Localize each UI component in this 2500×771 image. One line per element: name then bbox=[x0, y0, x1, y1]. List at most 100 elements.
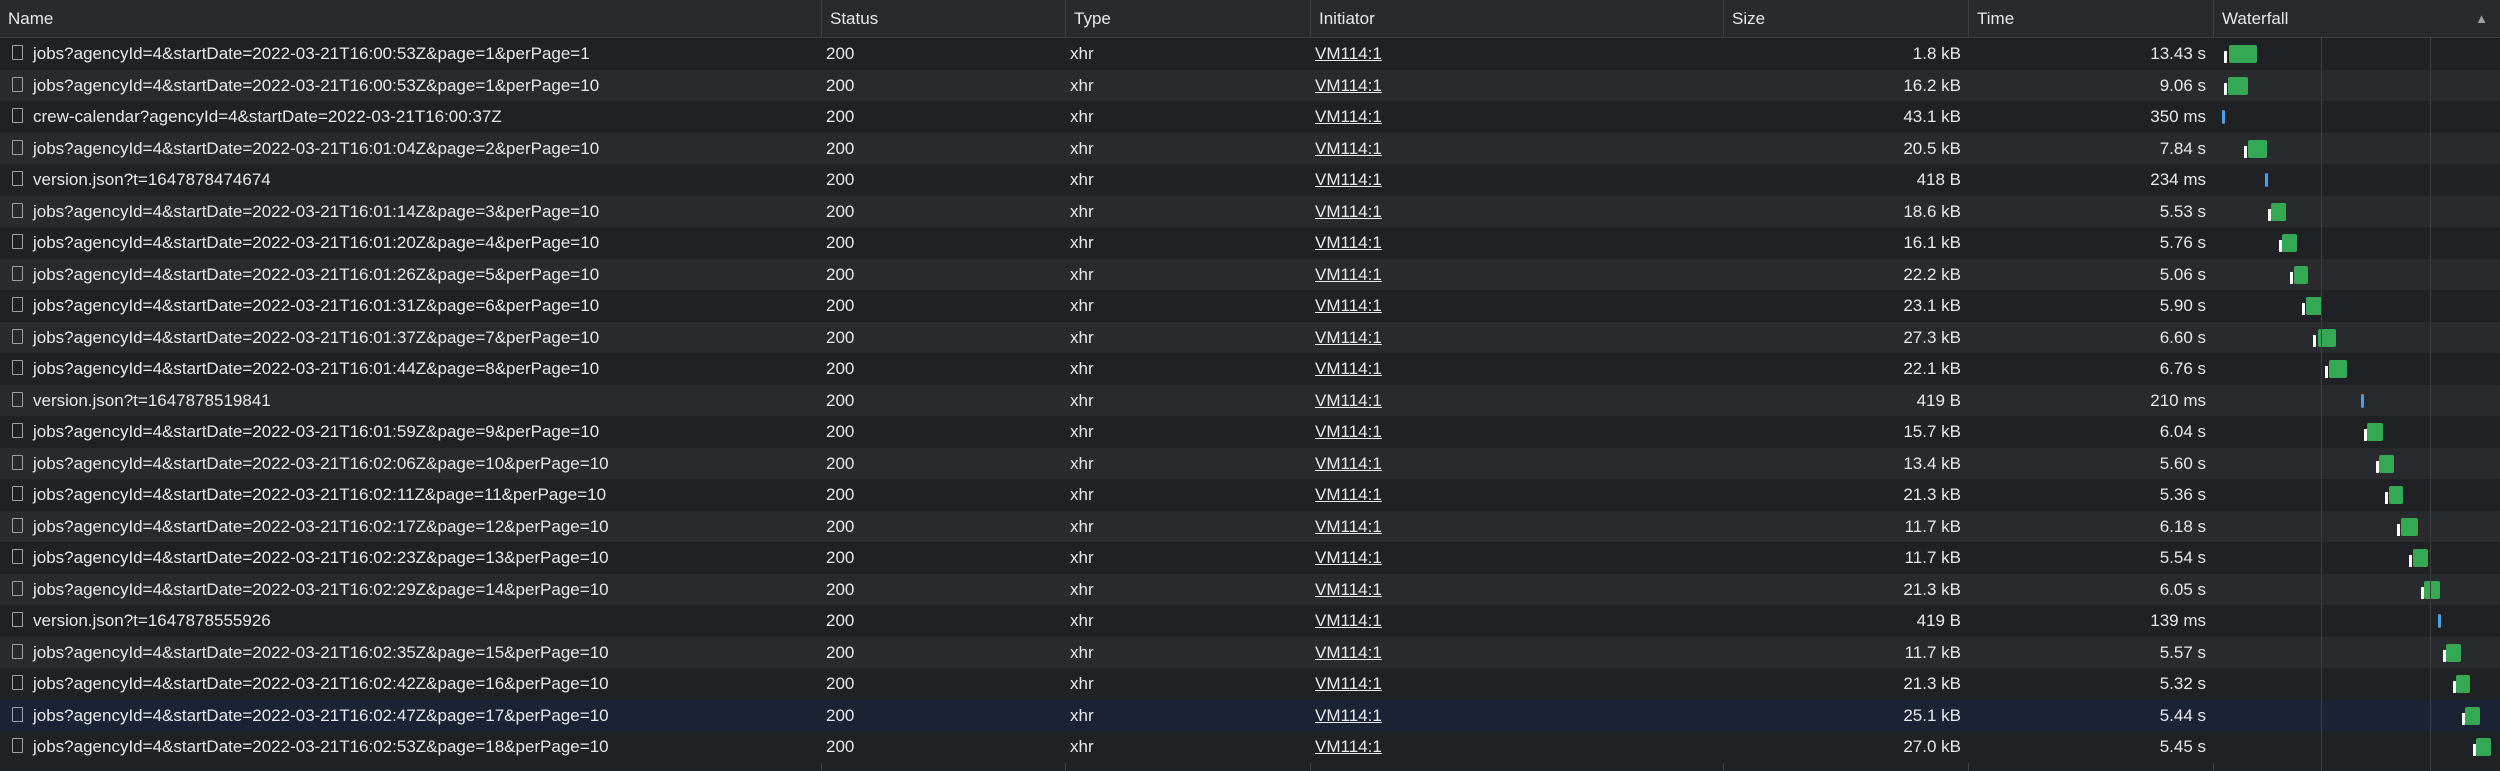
initiator-link[interactable]: VM114:1 bbox=[1315, 611, 1382, 630]
waterfall-cell[interactable] bbox=[2214, 511, 2500, 543]
initiator-link[interactable]: VM114:1 bbox=[1315, 44, 1382, 63]
request-name-cell[interactable]: jobs?agencyId=4&startDate=2022-03-21T16:… bbox=[0, 259, 822, 291]
table-row[interactable]: jobs?agencyId=4&startDate=2022-03-21T16:… bbox=[0, 195, 2500, 228]
request-name-cell[interactable]: jobs?agencyId=4&startDate=2022-03-21T16:… bbox=[0, 668, 822, 700]
waterfall-cell[interactable] bbox=[2214, 70, 2500, 102]
waterfall-cell[interactable] bbox=[2214, 448, 2500, 480]
table-row[interactable]: version.json?t=1647878474674 200 xhr VM114:… bbox=[0, 164, 2500, 196]
initiator-link[interactable]: VM114:1 bbox=[1315, 76, 1382, 95]
table-row[interactable]: jobs?agencyId=4&startDate=2022-03-21T16:… bbox=[0, 510, 2500, 543]
waterfall-cell[interactable] bbox=[2214, 164, 2500, 196]
request-name-cell[interactable]: jobs?agencyId=4&startDate=2022-03-21T16:… bbox=[0, 196, 822, 228]
waterfall-cell[interactable] bbox=[2214, 731, 2500, 763]
table-row[interactable]: jobs?agencyId=4&startDate=2022-03-21T16:… bbox=[0, 636, 2500, 669]
initiator-link[interactable]: VM114:1 bbox=[1315, 170, 1382, 189]
initiator-link[interactable]: VM114:1 bbox=[1315, 422, 1382, 441]
table-row[interactable]: jobs?agencyId=4&startDate=2022-03-21T16:… bbox=[0, 699, 2500, 732]
request-name-cell[interactable]: jobs?agencyId=4&startDate=2022-03-21T16:… bbox=[0, 353, 822, 385]
waterfall-cell[interactable] bbox=[2214, 700, 2500, 732]
request-name-cell[interactable]: jobs?agencyId=4&startDate=2022-03-21T16:… bbox=[0, 479, 822, 511]
request-name-cell[interactable]: jobs?agencyId=4&startDate=2022-03-21T16:… bbox=[0, 731, 822, 763]
request-name-cell[interactable]: jobs?agencyId=4&startDate=2022-03-21T16:… bbox=[0, 290, 822, 322]
request-name-cell[interactable]: jobs?agencyId=4&startDate=2022-03-21T16:… bbox=[0, 448, 822, 480]
request-name-cell[interactable]: version.json?t=1647878555926 bbox=[0, 605, 822, 637]
initiator-link[interactable]: VM114:1 bbox=[1315, 296, 1382, 315]
waterfall-cell[interactable] bbox=[2214, 385, 2500, 417]
initiator-link[interactable]: VM114:1 bbox=[1315, 391, 1382, 410]
waterfall-cell[interactable] bbox=[2214, 479, 2500, 511]
initiator-link[interactable]: VM114:1 bbox=[1315, 233, 1382, 252]
initiator-link[interactable]: VM114:1 bbox=[1315, 359, 1382, 378]
initiator-link[interactable]: VM114:1 bbox=[1315, 706, 1382, 725]
request-name-cell[interactable]: jobs?agencyId=4&startDate=2022-03-21T16:… bbox=[0, 511, 822, 543]
column-header-type[interactable]: Type bbox=[1066, 0, 1311, 37]
table-row[interactable]: jobs?agencyId=4&startDate=2022-03-21T16:… bbox=[0, 447, 2500, 480]
waterfall-cell[interactable] bbox=[2214, 196, 2500, 228]
table-row[interactable]: jobs?agencyId=4&startDate=2022-03-21T16:… bbox=[0, 132, 2500, 165]
waterfall-cell[interactable] bbox=[2214, 574, 2500, 606]
initiator-link[interactable]: VM114:1 bbox=[1315, 202, 1382, 221]
table-row[interactable]: version.json?t=1647878555926 200 xhr VM114:… bbox=[0, 605, 2500, 637]
request-name-cell[interactable]: jobs?agencyId=4&startDate=2022-03-21T16:… bbox=[0, 416, 822, 448]
waterfall-cell[interactable] bbox=[2214, 101, 2500, 133]
table-row[interactable]: crew-calendar?agencyId=4&startDate=2022-… bbox=[0, 101, 2500, 133]
table-row[interactable]: jobs?agencyId=4&startDate=2022-03-21T16:… bbox=[0, 542, 2500, 574]
initiator-link[interactable]: VM114:1 bbox=[1315, 265, 1382, 284]
request-name-cell[interactable]: jobs?agencyId=4&startDate=2022-03-21T16:… bbox=[0, 227, 822, 259]
waterfall-cell[interactable] bbox=[2214, 259, 2500, 291]
request-name-cell[interactable]: version.json?t=1647878474674 bbox=[0, 164, 822, 196]
initiator-link[interactable]: VM114:1 bbox=[1315, 328, 1382, 347]
request-name-cell[interactable]: crew-calendar?agencyId=4&startDate=2022-… bbox=[0, 101, 822, 133]
request-name-cell[interactable]: jobs?agencyId=4&startDate=2022-03-21T16:… bbox=[0, 574, 822, 606]
column-header-size[interactable]: Size bbox=[1724, 0, 1969, 37]
table-row[interactable]: jobs?agencyId=4&startDate=2022-03-21T16:… bbox=[0, 69, 2500, 102]
table-row[interactable]: jobs?agencyId=4&startDate=2022-03-21T16:… bbox=[0, 290, 2500, 322]
table-row[interactable]: jobs?agencyId=4&startDate=2022-03-21T16:… bbox=[0, 258, 2500, 291]
table-row[interactable]: jobs?agencyId=4&startDate=2022-03-21T16:… bbox=[0, 668, 2500, 700]
column-header-name[interactable]: Name bbox=[0, 0, 822, 37]
initiator-link[interactable]: VM114:1 bbox=[1315, 737, 1382, 756]
waterfall-cell[interactable] bbox=[2214, 353, 2500, 385]
column-header-status[interactable]: Status bbox=[822, 0, 1066, 37]
request-name-cell[interactable]: jobs?agencyId=4&startDate=2022-03-21T16:… bbox=[0, 38, 822, 70]
request-name-cell[interactable]: jobs?agencyId=4&startDate=2022-03-21T16:… bbox=[0, 637, 822, 669]
table-row[interactable]: jobs?agencyId=4&startDate=2022-03-21T16:… bbox=[0, 573, 2500, 606]
table-row[interactable]: jobs?agencyId=4&startDate=2022-03-21T16:… bbox=[0, 416, 2500, 448]
waterfall-cell[interactable] bbox=[2214, 605, 2500, 637]
waterfall-cell[interactable] bbox=[2214, 322, 2500, 354]
waterfall-cell[interactable] bbox=[2214, 133, 2500, 165]
table-row[interactable]: jobs?agencyId=4&startDate=2022-03-21T16:… bbox=[0, 227, 2500, 259]
initiator-link[interactable]: VM114:1 bbox=[1315, 580, 1382, 599]
request-name-cell[interactable]: jobs?agencyId=4&startDate=2022-03-21T16:… bbox=[0, 133, 822, 165]
request-name-cell[interactable]: jobs?agencyId=4&startDate=2022-03-21T16:… bbox=[0, 542, 822, 574]
request-name-cell[interactable]: jobs?agencyId=4&startDate=2022-03-21T16:… bbox=[0, 70, 822, 102]
request-name-cell[interactable]: jobs?agencyId=4&startDate=2022-03-21T16:… bbox=[0, 700, 822, 732]
table-row[interactable]: jobs?agencyId=4&startDate=2022-03-21T16:… bbox=[0, 731, 2500, 763]
column-header-time[interactable]: Time bbox=[1969, 0, 2214, 37]
waterfall-cell[interactable] bbox=[2214, 542, 2500, 574]
request-name-cell[interactable]: version.json?t=1647878519841 bbox=[0, 385, 822, 417]
waterfall-cell[interactable] bbox=[2214, 668, 2500, 700]
initiator-link[interactable]: VM114:1 bbox=[1315, 139, 1382, 158]
table-row[interactable]: jobs?agencyId=4&startDate=2022-03-21T16:… bbox=[0, 321, 2500, 354]
table-row[interactable]: jobs?agencyId=4&startDate=2022-03-21T16:… bbox=[0, 38, 2500, 70]
waterfall-cell[interactable] bbox=[2214, 637, 2500, 669]
sort-ascending-icon[interactable]: ▲ bbox=[2475, 0, 2488, 37]
request-name-cell[interactable]: jobs?agencyId=4&startDate=2022-03-21T16:… bbox=[0, 322, 822, 354]
waterfall-cell[interactable] bbox=[2214, 416, 2500, 448]
table-row[interactable]: jobs?agencyId=4&startDate=2022-03-21T16:… bbox=[0, 479, 2500, 511]
waterfall-cell[interactable] bbox=[2214, 38, 2500, 70]
initiator-link[interactable]: VM114:1 bbox=[1315, 107, 1382, 126]
column-header-initiator[interactable]: Initiator bbox=[1311, 0, 1724, 37]
initiator-link[interactable]: VM114:1 bbox=[1315, 548, 1382, 567]
waterfall-cell[interactable] bbox=[2214, 290, 2500, 322]
table-row[interactable]: jobs?agencyId=4&startDate=2022-03-21T16:… bbox=[0, 353, 2500, 385]
initiator-link[interactable]: VM114:1 bbox=[1315, 454, 1382, 473]
initiator-link[interactable]: VM114:1 bbox=[1315, 643, 1382, 662]
table-row[interactable]: version.json?t=1647878519841 200 xhr VM114:… bbox=[0, 384, 2500, 417]
initiator-link[interactable]: VM114:1 bbox=[1315, 485, 1382, 504]
initiator-link[interactable]: VM114:1 bbox=[1315, 517, 1382, 536]
column-header-waterfall[interactable]: Waterfall ▲ bbox=[2214, 0, 2500, 37]
waterfall-cell[interactable] bbox=[2214, 227, 2500, 259]
initiator-link[interactable]: VM114:1 bbox=[1315, 674, 1382, 693]
